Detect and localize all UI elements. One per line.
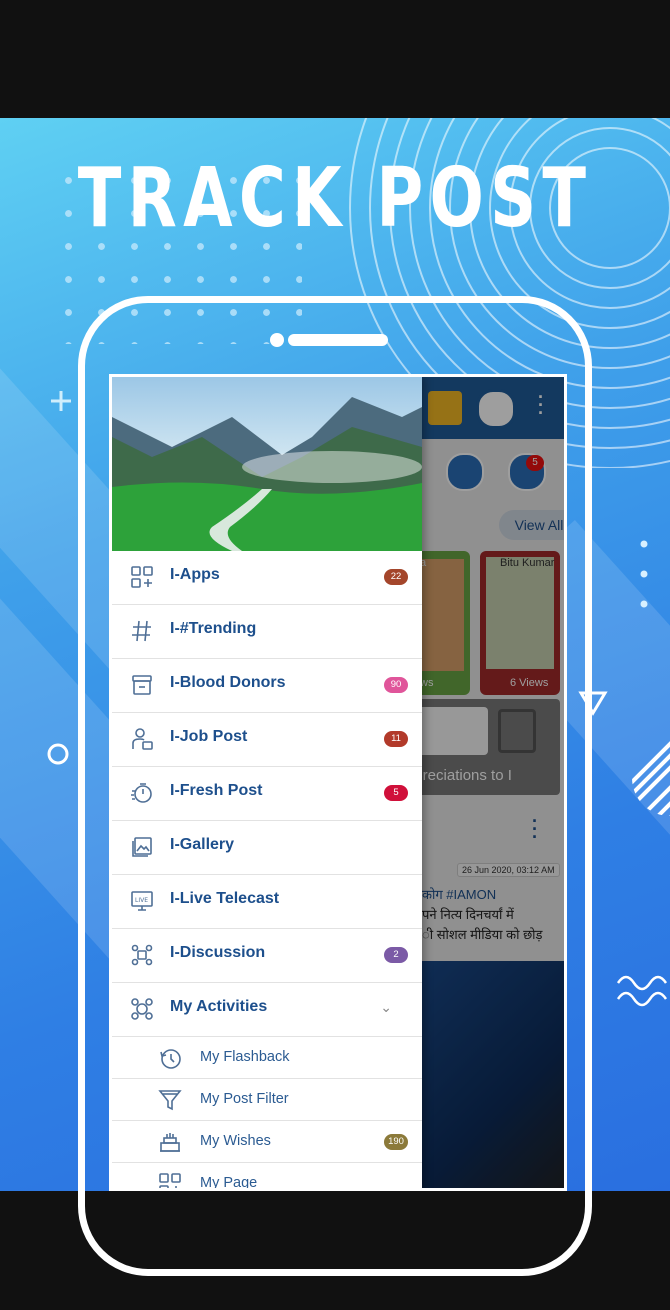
activities-icon [130, 997, 154, 1021]
navigation-drawer: I-Apps 22 I-#Trending I-Blood Donors 90 I-Job… [112, 377, 422, 1191]
svg-text:LIVE: LIVE [135, 897, 148, 904]
discussion-icon [130, 943, 154, 967]
count-badge: 5 [384, 785, 408, 801]
decor-dot-column [640, 540, 648, 608]
hashtag-icon [130, 619, 154, 643]
drawer-item-label: I-Gallery [170, 836, 235, 853]
count-badge: 2 [384, 947, 408, 963]
count-badge: 190 [384, 1134, 408, 1150]
drawer-item-label: I-Fresh Post [170, 782, 263, 799]
drawer-item-i-apps[interactable]: I-Apps 22 [112, 551, 422, 605]
drawer-subitem-my-wishes[interactable]: My Wishes 190 [112, 1121, 422, 1163]
drawer-item-i-gallery[interactable]: I-Gallery [112, 821, 422, 875]
page-grid-icon [158, 1172, 182, 1188]
phone-screen: · · · 5 View All a ws Bitu Kumar 6 Views p… [109, 374, 567, 1191]
live-tv-icon: LIVE [130, 889, 154, 913]
drawer-item-i-discussion[interactable]: I-Discussion 2 [112, 929, 422, 983]
filter-funnel-icon [158, 1088, 182, 1112]
count-badge: 22 [384, 569, 408, 585]
drawer-subitem-my-page[interactable]: My Page [112, 1163, 422, 1191]
banner-title: TRACK POST [77, 151, 593, 246]
drawer-item-label: I-Live Telecast [170, 890, 280, 907]
drawer-item-label: I-Discussion [170, 944, 266, 961]
drawer-item-i-live-telecast[interactable]: LIVE I-Live Telecast [112, 875, 422, 929]
drawer-item-label: My Activities [170, 998, 268, 1015]
decor-striped-circle [632, 740, 670, 816]
phone-camera [270, 333, 284, 347]
phone-speaker [288, 334, 388, 346]
count-badge: 11 [384, 731, 408, 747]
job-person-icon [130, 727, 154, 751]
drawer-item-label: I-Apps [170, 566, 220, 583]
drawer-item-my-activities[interactable]: My Activities ⌄ [112, 983, 422, 1037]
decor-ring-small [47, 743, 69, 765]
birthday-cake-icon [158, 1130, 182, 1154]
count-badge: 90 [384, 677, 408, 693]
drawer-subitem-label: My Post Filter [200, 1091, 289, 1107]
history-clock-icon [158, 1046, 182, 1070]
drawer-item-label: I-#Trending [170, 620, 257, 637]
chevron-down-icon[interactable]: ⌄ [380, 999, 392, 1016]
drawer-item-label: I-Job Post [170, 728, 248, 745]
drawer-item-i-fresh-post[interactable]: I-Fresh Post 5 [112, 767, 422, 821]
blood-donor-icon [130, 673, 154, 697]
drawer-subitem-label: My Wishes [200, 1133, 271, 1149]
decor-plus [51, 391, 71, 411]
drawer-item-label: I-Blood Donors [170, 674, 286, 691]
drawer-item-i-blood-donors[interactable]: I-Blood Donors 90 [112, 659, 422, 713]
drawer-subitem-label: My Page [200, 1175, 258, 1191]
stopwatch-icon [130, 781, 154, 805]
apps-grid-icon [130, 565, 154, 589]
drawer-header-image [112, 377, 422, 551]
drawer-subitem-my-post-filter[interactable]: My Post Filter [112, 1079, 422, 1121]
drawer-subitem-my-flashback[interactable]: My Flashback [112, 1037, 422, 1079]
decor-zigzag [616, 975, 668, 1007]
gallery-icon [130, 835, 154, 859]
drawer-item-i-job-post[interactable]: I-Job Post 11 [112, 713, 422, 767]
drawer-item-i-trending[interactable]: I-#Trending [112, 605, 422, 659]
drawer-subitem-label: My Flashback [200, 1049, 290, 1065]
